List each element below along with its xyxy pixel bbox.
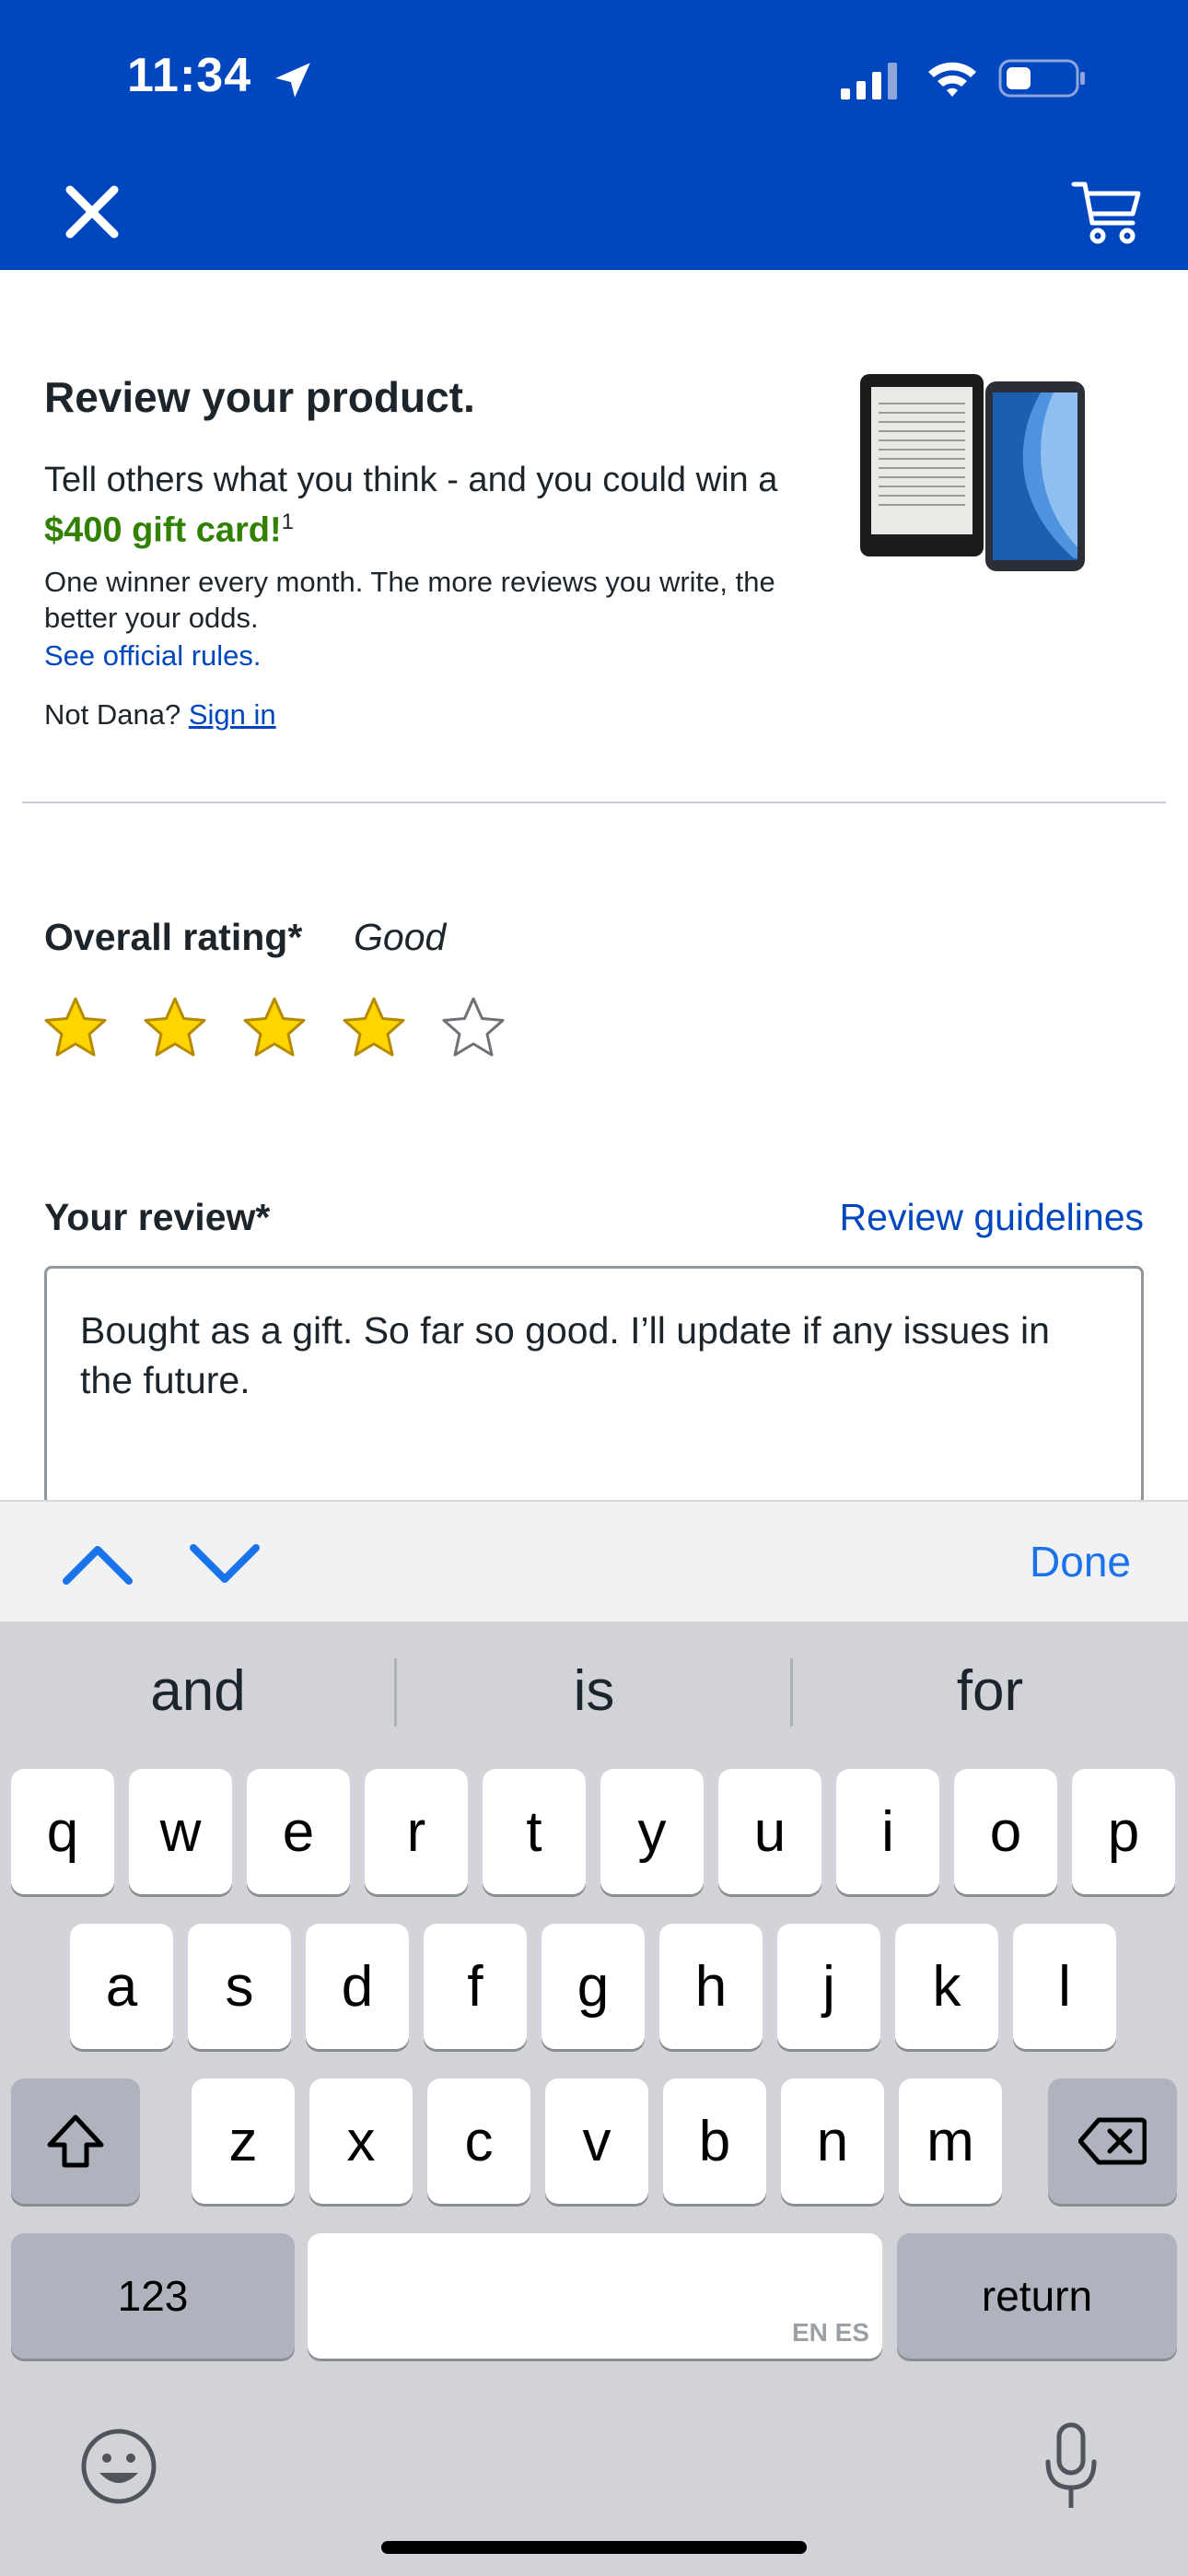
key-t[interactable]: t [483, 1769, 586, 1894]
key-d[interactable]: d [306, 1924, 409, 2049]
key-r[interactable]: r [365, 1769, 468, 1894]
status-time: 11:34 [127, 49, 252, 102]
cellular-signal-icon [841, 63, 897, 100]
keyboard-accessory-bar: Done [0, 1500, 1188, 1622]
subtitle-text: Tell others what you think - and you cou… [44, 461, 778, 499]
key-f[interactable]: f [424, 1924, 527, 2049]
space-key[interactable]: EN ES [308, 2233, 882, 2359]
section-divider [22, 802, 1166, 803]
battery-icon [998, 59, 1085, 98]
key-z[interactable]: z [192, 2078, 295, 2204]
key-j[interactable]: j [777, 1924, 880, 2049]
key-c[interactable]: c [427, 2078, 530, 2204]
key-a[interactable]: a [70, 1924, 173, 2049]
cart-icon[interactable] [1070, 175, 1144, 249]
star-empty-icon[interactable] [440, 995, 507, 1061]
emoji-icon[interactable] [77, 2425, 160, 2508]
location-arrow-icon [275, 63, 310, 98]
star-filled-icon[interactable] [42, 995, 109, 1061]
done-button[interactable]: Done [1030, 1537, 1131, 1587]
gift-amount: $400 gift card! [44, 510, 282, 550]
previous-field-chevron-up-icon[interactable] [61, 1539, 134, 1590]
review-textarea[interactable]: Bought as a gift. So far so good. I’ll u… [44, 1266, 1144, 1505]
close-button[interactable] [57, 177, 127, 247]
review-subtitle: Tell others what you think - and you cou… [44, 459, 781, 552]
close-icon [65, 185, 119, 239]
key-v[interactable]: v [545, 2078, 648, 2204]
key-y[interactable]: y [600, 1769, 704, 1894]
key-w[interactable]: w [129, 1769, 232, 1894]
language-indicator: EN ES [791, 2318, 869, 2347]
delete-key[interactable] [1048, 2078, 1177, 2204]
rating-value-text: Good [354, 916, 447, 958]
shift-arrow-icon [47, 2114, 104, 2168]
top-bar: 11:34 [0, 0, 1188, 270]
key-h[interactable]: h [659, 1924, 763, 2049]
key-o[interactable]: o [954, 1769, 1057, 1894]
not-user-row: Not Dana? Sign in [44, 698, 276, 732]
numbers-key[interactable]: 123 [11, 2233, 295, 2359]
keyboard: and is for 123 EN ES return qwertyuiop as… [0, 1622, 1188, 2576]
key-l[interactable]: l [1013, 1924, 1116, 2049]
product-image [860, 374, 1085, 571]
shift-key[interactable] [11, 2078, 140, 2204]
official-rules-link[interactable]: See official rules. [44, 639, 262, 673]
microphone-icon[interactable] [1039, 2421, 1103, 2513]
suggestion-3[interactable]: for [792, 1655, 1188, 1728]
next-field-chevron-down-icon[interactable] [188, 1539, 262, 1590]
star-rating[interactable] [42, 995, 507, 1061]
gift-footnote: 1 [281, 509, 295, 534]
key-x[interactable]: x [309, 2078, 413, 2204]
winner-note: One winner every month. The more reviews… [44, 566, 775, 634]
return-key[interactable]: return [897, 2233, 1177, 2359]
key-u[interactable]: u [718, 1769, 821, 1894]
suggestion-1[interactable]: and [0, 1655, 396, 1728]
wifi-icon [928, 62, 976, 97]
suggestion-2[interactable]: is [396, 1655, 792, 1728]
key-p[interactable]: p [1072, 1769, 1175, 1894]
star-filled-icon[interactable] [341, 995, 407, 1061]
key-n[interactable]: n [781, 2078, 884, 2204]
overall-rating-label: Overall rating* [44, 916, 303, 958]
key-k[interactable]: k [895, 1924, 998, 2049]
backspace-icon [1078, 2117, 1147, 2165]
key-b[interactable]: b [663, 2078, 766, 2204]
key-q[interactable]: q [11, 1769, 114, 1894]
not-user-text: Not Dana? [44, 698, 181, 731]
key-i[interactable]: i [836, 1769, 939, 1894]
star-filled-icon[interactable] [241, 995, 308, 1061]
key-s[interactable]: s [188, 1924, 291, 2049]
review-title: Review your product. [44, 373, 475, 421]
sign-in-link[interactable]: Sign in [189, 698, 276, 731]
your-review-label: Your review* [44, 1196, 271, 1238]
home-indicator [381, 2541, 807, 2554]
key-m[interactable]: m [899, 2078, 1002, 2204]
review-guidelines-link[interactable]: Review guidelines [840, 1196, 1144, 1239]
key-g[interactable]: g [542, 1924, 645, 2049]
key-e[interactable]: e [247, 1769, 350, 1894]
star-filled-icon[interactable] [142, 995, 208, 1061]
